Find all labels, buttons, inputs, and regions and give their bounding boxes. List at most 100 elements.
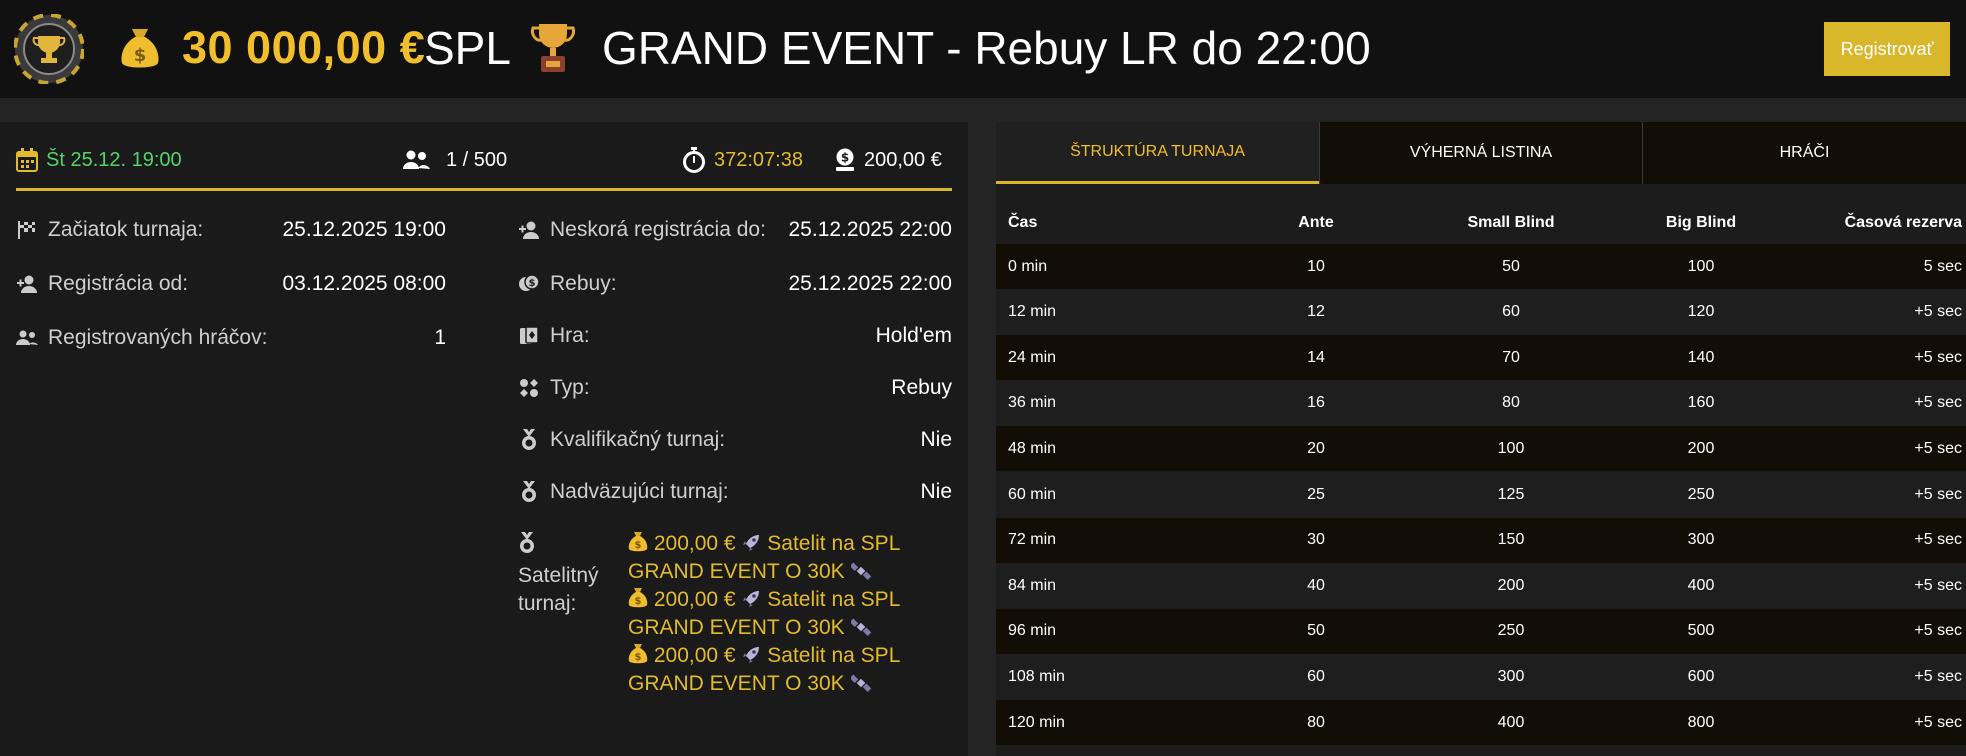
svg-text:$: $: [635, 652, 642, 663]
cell-time: 24 min: [1008, 348, 1057, 366]
summary-players: 1 / 500: [402, 140, 507, 180]
cell-time: 108 min: [1008, 667, 1065, 685]
stopwatch-icon: [683, 147, 705, 173]
table-row: 120 min 80 400 800 +5 sec: [996, 700, 1966, 745]
detail-start-label: Začiatok turnaja:: [48, 218, 204, 241]
svg-text:$: $: [635, 596, 642, 607]
cell-time-bank: +5 sec: [1914, 439, 1962, 457]
detail-qualification-value: Nie: [920, 428, 952, 451]
register-button[interactable]: Registrovať: [1824, 22, 1950, 76]
cell-time-bank: +5 sec: [1914, 531, 1962, 549]
detail-type-value: Rebuy: [891, 376, 952, 399]
tab-structure[interactable]: Štruktúra turnaja: [996, 122, 1319, 184]
medal-icon: [518, 481, 540, 503]
cell-small-blind: 125: [1497, 485, 1525, 503]
satellite-amount: 200,00 €: [653, 644, 736, 667]
svg-text:$: $: [134, 45, 147, 66]
cell-small-blind: 300: [1497, 667, 1525, 685]
table-row: 72 min 30 150 300 +5 sec: [996, 517, 1966, 563]
cell-small-blind: 70: [1502, 348, 1520, 366]
cell-time-bank: +5 sec: [1914, 713, 1962, 731]
detail-follow-up-value: Nie: [920, 480, 952, 503]
cell-time: 96 min: [1008, 622, 1057, 640]
detail-registration-value: 03.12.2025 08:00: [282, 272, 447, 295]
coins-icon: $: [518, 273, 540, 295]
cell-time: 36 min: [1008, 394, 1057, 412]
structure-panel: Štruktúra turnaja Výherná listina Hráči …: [996, 122, 1966, 756]
table-row: 36 min 16 80 160 +5 sec: [996, 380, 1966, 426]
tournament-header: $ 30 000,00 € SPL GRAND EVENT - Rebuy LR…: [0, 0, 1966, 98]
summary-buyin-text: 200,00 €: [864, 148, 942, 171]
summary-buyin: $ 200,00 €: [834, 140, 942, 180]
rocket-icon: [743, 591, 760, 607]
header-strip: [0, 98, 1966, 122]
cell-small-blind: 60: [1502, 303, 1520, 321]
users-icon: [403, 150, 430, 169]
cell-big-blind: 160: [1687, 394, 1715, 412]
prize-amount: 30 000,00 €: [182, 22, 426, 73]
chip-logo: [14, 14, 84, 84]
cell-time-bank: 5 sec: [1923, 257, 1962, 275]
detail-rebuy-value: 25.12.2025 22:00: [788, 272, 953, 295]
prize-suffix: SPL: [424, 22, 511, 74]
panel-divider: [968, 122, 996, 756]
cell-ante: 14: [1307, 348, 1325, 366]
tournament-info-panel: Št 25.12. 19:00 1 / 500 372:07:38 $ 200,…: [0, 122, 968, 756]
table-row: 60 min 25 125 250 +5 sec: [996, 472, 1966, 517]
rocket-icon: [743, 535, 760, 551]
tournament-title: GRAND EVENT - Rebuy LR do 22:00: [602, 22, 1371, 74]
cell-time-bank: +5 sec: [1914, 667, 1962, 685]
cell-small-blind: 80: [1502, 394, 1520, 412]
cell-big-blind: 120: [1687, 303, 1715, 321]
coins-icon: $: [836, 148, 854, 171]
money-bag-icon: $: [628, 532, 648, 552]
detail-late-registration-label: Neskorá registrácia do:: [550, 218, 766, 241]
suits-icon: [518, 377, 540, 399]
money-bag-icon: $: [628, 644, 648, 664]
table-row: 12 min 12 60 120 +5 sec: [996, 289, 1966, 335]
detail-follow-up-label: Nadväzujúci turnaj:: [550, 480, 729, 503]
cell-small-blind: 100: [1497, 439, 1525, 457]
cell-ante: 60: [1307, 667, 1325, 685]
cell-time-bank: +5 sec: [1914, 303, 1962, 321]
satellite-icon: [850, 562, 871, 580]
table-row: 0 min 10 50 100 5 sec: [996, 244, 1966, 289]
satellite-item[interactable]: $ 200,00 € Satelit na SPL GRAND EVENT O …: [628, 642, 948, 698]
satellite-item[interactable]: $ 200,00 € Satelit na SPL GRAND EVENT O …: [628, 530, 948, 586]
cell-time-bank: +5 sec: [1914, 394, 1962, 412]
cell-time-bank: +5 sec: [1914, 576, 1962, 594]
cell-big-blind: 200: [1687, 439, 1715, 457]
cell-ante: 30: [1307, 531, 1325, 549]
svg-text:$: $: [529, 278, 536, 289]
cell-small-blind: 50: [1502, 257, 1520, 275]
satellite-icon: [850, 674, 871, 692]
col-small-blind: Small Blind: [1467, 214, 1555, 231]
col-time: Čas: [1008, 214, 1038, 231]
cell-big-blind: 140: [1687, 348, 1715, 366]
cell-big-blind: 250: [1687, 485, 1715, 503]
cell-ante: 50: [1307, 622, 1325, 640]
cell-big-blind: 800: [1687, 713, 1715, 731]
cell-time: 12 min: [1008, 303, 1057, 321]
detail-type-label: Typ:: [550, 376, 590, 399]
cell-big-blind: 400: [1687, 576, 1715, 594]
trophy-icon: [531, 24, 575, 72]
detail-registered-players-value: 1: [434, 326, 446, 349]
satellite-list: $ 200,00 € Satelit na SPL GRAND EVENT O …: [628, 530, 948, 698]
cell-big-blind: 100: [1687, 257, 1715, 275]
col-ante: Ante: [1298, 214, 1334, 231]
cards-icon: [518, 325, 540, 347]
table-header: Čas Ante Small Blind Big Blind Časová re…: [996, 202, 1966, 244]
money-bag-icon: $: [628, 588, 648, 608]
satellite-item[interactable]: $ 200,00 € Satelit na SPL GRAND EVENT O …: [628, 586, 948, 642]
tab-payouts[interactable]: Výherná listina: [1319, 122, 1642, 184]
detail-registered-players-label: Registrovaných hráčov:: [48, 326, 268, 349]
calendar-icon: [16, 148, 38, 172]
cell-time-bank: +5 sec: [1914, 622, 1962, 640]
cell-ante: 12: [1307, 303, 1325, 321]
cell-ante: 40: [1307, 576, 1325, 594]
user-plus-icon: [518, 219, 540, 241]
table-row: 108 min 60 300 600 +5 sec: [996, 654, 1966, 700]
summary-timer-text: 372:07:38: [714, 148, 803, 171]
tab-players[interactable]: Hráči: [1642, 122, 1966, 184]
